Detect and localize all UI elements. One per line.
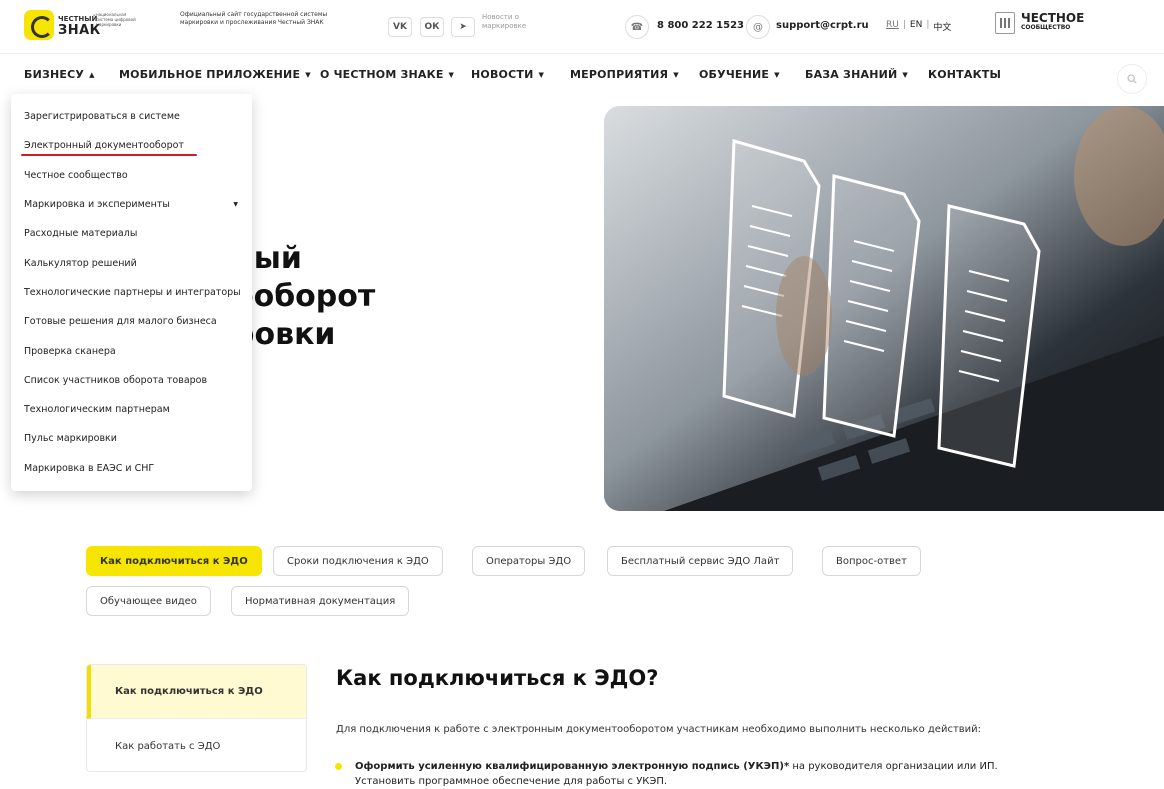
nav-knowledge-base[interactable]: БАЗА ЗНАНИЙ ▼ [805, 68, 908, 81]
chevron-up-icon: ▲ [89, 71, 95, 79]
qr-icon [995, 12, 1015, 34]
content-side-menu: Как подключиться к ЭДО Как работать с ЭД… [86, 664, 307, 772]
nav-business[interactable]: БИЗНЕСУ ▲ [24, 68, 95, 81]
tab-connection-deadlines[interactable]: Сроки подключения к ЭДО [273, 546, 443, 576]
menu-item-marking-experiments[interactable]: Маркировка и эксперименты ▼ [11, 190, 252, 219]
news-link[interactable]: Новости о маркировке [482, 13, 552, 31]
search-button[interactable] [1117, 64, 1147, 94]
hero-image [604, 106, 1164, 511]
menu-item-participants-list[interactable]: Список участников оборота товаров [11, 366, 252, 395]
nav-contacts[interactable]: КОНТАКТЫ [928, 68, 1001, 81]
site-logo[interactable]: ЧЕСТНЫЙ ЗНАК [24, 10, 101, 40]
side-item-how-to-work[interactable]: Как работать с ЭДО [87, 719, 306, 771]
email-icon: @ [746, 15, 770, 39]
bullet-icon [335, 763, 342, 770]
nav-events[interactable]: МЕРОПРИЯТИЯ ▼ [570, 68, 679, 81]
chevron-down-icon: ▼ [673, 71, 679, 79]
telegram-icon[interactable]: ➤ [451, 17, 475, 37]
menu-item-marking-pulse[interactable]: Пульс маркировки [11, 424, 252, 453]
vk-icon[interactable]: VK [388, 17, 412, 37]
menu-item-edo[interactable]: Электронный документооборот [11, 131, 252, 160]
site-tagline: Официальный сайт государственной системы… [180, 11, 328, 26]
menu-item-tech-partners-integrators[interactable]: Технологические партнеры и интеграторы [11, 278, 252, 307]
lang-en[interactable]: EN [908, 20, 924, 33]
chevron-down-icon: ▼ [538, 71, 545, 79]
tab-training-video[interactable]: Обучающее видео [86, 586, 211, 616]
nav-about[interactable]: О ЧЕСТНОМ ЗНАКЕ ▼ [320, 68, 454, 81]
side-item-how-to-connect[interactable]: Как подключиться к ЭДО [87, 665, 306, 719]
support-phone[interactable]: 8 800 222 1523 [657, 20, 744, 31]
menu-item-scanner-check[interactable]: Проверка сканера [11, 336, 252, 365]
menu-item-consumables[interactable]: Расходные материалы [11, 219, 252, 248]
menu-item-tech-partners[interactable]: Технологическим партнерам [11, 395, 252, 424]
lang-zh[interactable]: 中文 [931, 20, 953, 33]
support-email[interactable]: support@crpt.ru [776, 20, 869, 31]
chevron-down-icon: ▼ [774, 71, 780, 79]
logo-subtitle: национальная система цифровой маркировки [96, 12, 136, 27]
chevron-down-icon: ▼ [902, 71, 909, 79]
nav-training[interactable]: ОБУЧЕНИЕ ▼ [699, 68, 780, 81]
main-nav: БИЗНЕСУ ▲ МОБИЛЬНОЕ ПРИЛОЖЕНИЕ ▼ О ЧЕСТНОМ… [0, 55, 1164, 95]
community-title: ЧЕСТНОЕ [1021, 11, 1085, 25]
nav-news[interactable]: НОВОСТИ ▼ [471, 68, 544, 81]
language-switcher: RU | EN | 中文 [884, 20, 953, 33]
tab-edo-lite[interactable]: Бесплатный сервис ЭДО Лайт [607, 546, 794, 576]
business-dropdown-menu: Зарегистрироваться в системе Электронный… [11, 94, 252, 491]
phone-icon: ☎ [625, 15, 649, 39]
chevron-down-icon: ▼ [305, 71, 311, 79]
logo-big-text: ЗНАК [58, 23, 101, 38]
chevron-down-icon: ▼ [448, 71, 455, 79]
lang-ru[interactable]: RU [884, 20, 901, 33]
tab-how-to-connect[interactable]: Как подключиться к ЭДО [86, 546, 262, 576]
community-link[interactable]: ЧЕСТНОЕ СООБЩЕСТВО [995, 12, 1084, 34]
menu-item-register[interactable]: Зарегистрироваться в системе [11, 102, 252, 131]
menu-item-community[interactable]: Честное сообщество [11, 161, 252, 190]
menu-item-small-business[interactable]: Готовые решения для малого бизнеса [11, 307, 252, 336]
top-header: ЧЕСТНЫЙ ЗНАК национальная система цифров… [0, 0, 1164, 54]
tab-regulatory-docs[interactable]: Нормативная документация [231, 586, 410, 616]
menu-item-eaeu[interactable]: Маркировка в ЕАЭС и СНГ [11, 454, 252, 483]
content-intro: Для подключения к работе с электронным д… [336, 724, 982, 735]
content-title: Как подключиться к ЭДО? [336, 666, 659, 690]
chevron-down-icon: ▼ [233, 201, 238, 209]
nav-mobile-app[interactable]: МОБИЛЬНОЕ ПРИЛОЖЕНИЕ ▼ [119, 68, 311, 81]
search-icon [1127, 74, 1137, 84]
menu-item-calculator[interactable]: Калькулятор решений [11, 248, 252, 277]
list-item: Оформить усиленную квалифицированную эле… [335, 759, 1096, 789]
logo-mark-icon [24, 10, 54, 40]
tab-edo-operators[interactable]: Операторы ЭДО [472, 546, 586, 576]
tab-faq[interactable]: Вопрос-ответ [822, 546, 921, 576]
odnoklassniki-icon[interactable]: ОК [420, 17, 444, 37]
